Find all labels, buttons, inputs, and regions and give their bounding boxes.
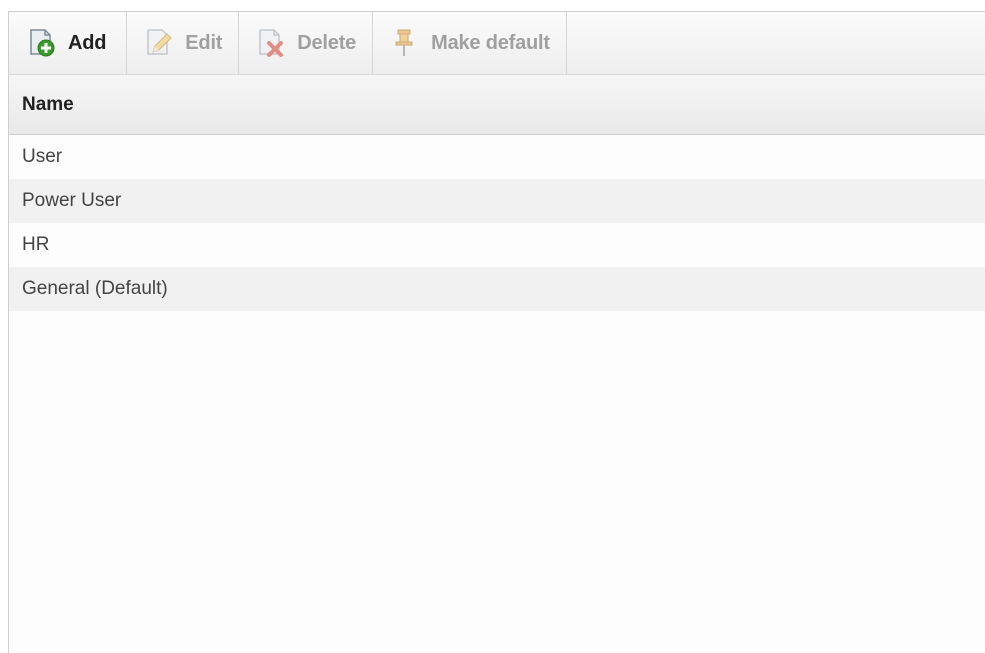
row-name: Power User: [22, 190, 122, 211]
row-name: User: [22, 146, 63, 167]
make-default-button-label: Make default: [431, 31, 550, 54]
roles-panel: Add Edit Delete Make default Name User P…: [8, 11, 985, 653]
delete-button-label: Delete: [297, 31, 357, 54]
roles-list: User Power User HR General (Default): [9, 135, 985, 311]
toolbar: Add Edit Delete Make default: [9, 12, 985, 75]
table-row[interactable]: General (Default): [9, 267, 985, 311]
add-button[interactable]: Add: [9, 12, 128, 74]
column-header-name[interactable]: Name: [9, 75, 985, 135]
table-row[interactable]: User: [9, 135, 985, 179]
table-row[interactable]: HR: [9, 223, 985, 267]
add-page-icon: [26, 28, 56, 58]
delete-button[interactable]: Delete: [239, 12, 374, 74]
row-name: General (Default): [22, 278, 168, 299]
row-name: HR: [22, 234, 50, 255]
pin-icon: [389, 28, 419, 58]
delete-page-icon: [255, 28, 285, 58]
table-row[interactable]: Power User: [9, 179, 985, 223]
edit-pencil-icon: [143, 28, 173, 58]
add-button-label: Add: [68, 31, 107, 54]
make-default-button[interactable]: Make default: [373, 12, 567, 74]
edit-button[interactable]: Edit: [127, 12, 240, 74]
column-header-label: Name: [22, 93, 74, 115]
edit-button-label: Edit: [185, 31, 223, 54]
